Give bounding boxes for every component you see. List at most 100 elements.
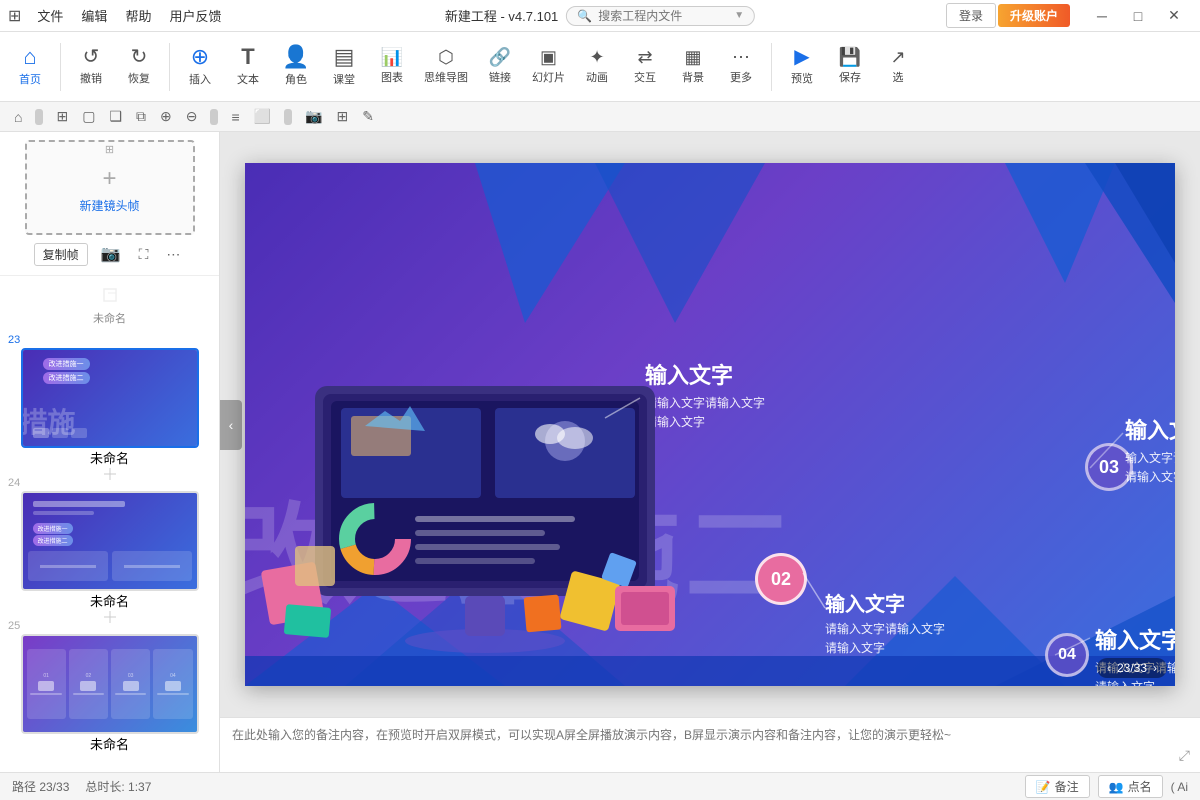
menu-edit[interactable]: 编辑	[73, 4, 115, 27]
slide-add-icon-2	[100, 607, 120, 627]
toolbar-text[interactable]: T 文本	[226, 42, 270, 91]
title-center: 新建工程 - v4.7.101 🔍 ▼	[445, 6, 755, 26]
nav-arrow-left[interactable]: ‹	[220, 400, 242, 450]
notes-button[interactable]: 📝 备注	[1025, 775, 1090, 798]
pointname-button[interactable]: 👥 点名	[1098, 775, 1163, 798]
toolbar-redo[interactable]: ↻ 恢复	[117, 43, 161, 90]
toolbar-insert[interactable]: ⊕ 插入	[178, 42, 222, 91]
toolbar-link[interactable]: 🔗 链接	[478, 44, 522, 89]
close-button[interactable]: ✕	[1156, 0, 1192, 32]
toolbar-classroom[interactable]: ▤ 课堂	[322, 42, 366, 91]
toolbar-mindmap[interactable]: ⬡ 思维导图	[418, 44, 474, 89]
toolbar-role[interactable]: 👤 角色	[274, 42, 318, 91]
toolbar-more[interactable]: ⋯ 更多	[719, 44, 763, 89]
home-icon: ⌂	[23, 46, 36, 68]
toolbar-chart[interactable]: 📊 图表	[370, 44, 414, 89]
toolbar-interact[interactable]: ⇄ 交互	[623, 44, 667, 89]
iconbar-copy[interactable]: ❑	[105, 106, 126, 127]
interact-icon: ⇄	[637, 48, 652, 66]
slide-add-icon	[100, 464, 120, 484]
search-box[interactable]: 🔍 ▼	[566, 6, 755, 26]
minimize-button[interactable]: ─	[1084, 0, 1120, 32]
camera-icon[interactable]: 📷	[96, 241, 126, 267]
iconbar-edit[interactable]: ✎	[358, 106, 378, 127]
toolbar-slide-label: 幻灯片	[532, 69, 565, 85]
canvas-column: ‹	[220, 132, 1200, 772]
toolbar-undo[interactable]: ↺ 撤销	[69, 43, 113, 90]
canvas-area: ‹	[220, 132, 1200, 772]
iconbar-layers[interactable]: ⧉	[132, 106, 150, 127]
slide-item-24[interactable]: 改进措施一 改进措施二	[21, 491, 199, 591]
slide-number-25: 25	[8, 620, 20, 632]
sidebar-top: ⊞ + 新建镜头帧 复制帧 📷 ⛶ ⋯	[0, 132, 219, 276]
toolbar-save[interactable]: 💾 保存	[828, 44, 872, 89]
counter-text: 23/33	[1117, 661, 1147, 675]
search-input[interactable]	[598, 9, 728, 23]
notes-input[interactable]	[232, 718, 1188, 772]
pointname-icon: 👥	[1109, 780, 1124, 794]
counter-next[interactable]: ›	[1153, 661, 1157, 675]
slide-group-25: 25 01 02 03	[0, 620, 219, 753]
toolbar-mindmap-label: 思维导图	[424, 69, 468, 85]
copy-frame-button[interactable]: 复制帧	[34, 243, 88, 266]
toolbar-select[interactable]: ↗ 选	[876, 44, 920, 89]
redo-icon: ↻	[131, 47, 148, 67]
menu-file[interactable]: 文件	[29, 4, 71, 27]
slide-group-unnamed: 未命名	[0, 280, 219, 326]
toolbar-divider-1	[60, 43, 61, 91]
fullscreen-icon[interactable]: ⛶	[134, 243, 154, 266]
sub-02-line2: 请输入文字	[825, 639, 945, 658]
toolbar-divider-2	[169, 43, 170, 91]
toolbar-bg[interactable]: ▦ 背景	[671, 44, 715, 89]
select-icon: ↗	[890, 48, 905, 66]
iconbar-sep1	[35, 109, 43, 125]
slide-label-25: 未命名	[90, 734, 129, 753]
mindmap-icon: ⬡	[438, 48, 454, 66]
search-dropdown-icon[interactable]: ▼	[734, 10, 744, 21]
toolbar-text-label: 文本	[237, 71, 259, 87]
iconbar-frame[interactable]: ▢	[78, 106, 99, 127]
slide-number-23: 23	[8, 334, 20, 346]
toolbar-select-label: 选	[893, 69, 904, 85]
iconbar-home[interactable]: ⌂	[10, 107, 26, 127]
iconbar-sep2	[210, 109, 218, 125]
toolbar-home[interactable]: ⌂ 首页	[8, 42, 52, 91]
thumb-badge2: 改进措施二	[43, 372, 90, 384]
counter-prev[interactable]: ‹	[1107, 661, 1111, 675]
toolbar-animation[interactable]: ✦ 动画	[575, 44, 619, 89]
maximize-button[interactable]: □	[1120, 0, 1156, 32]
menu-help[interactable]: 帮助	[117, 4, 159, 27]
iconbar-camera[interactable]: 📷	[301, 106, 326, 127]
classroom-icon: ▤	[334, 46, 355, 68]
toolbar-home-label: 首页	[19, 71, 41, 87]
slide-group-23: 23 措施 改进措施一 改进措施二 未命名	[0, 334, 219, 467]
iconbar-zoomout[interactable]: ⊖	[182, 106, 202, 127]
notes-icon: 📝	[1036, 780, 1051, 794]
slide-icon: ▣	[540, 48, 557, 66]
iconbar-align[interactable]: ≡	[227, 107, 243, 127]
slide-counter: ‹ 23/33 ›	[1097, 658, 1167, 678]
toolbar-slide[interactable]: ▣ 幻灯片	[526, 44, 571, 89]
sidebar-more-icon[interactable]: ⋯	[161, 243, 185, 266]
new-frame-area[interactable]: ⊞ + 新建镜头帧	[25, 140, 195, 235]
login-button[interactable]: 登录	[946, 3, 996, 28]
slide-number-24: 24	[8, 477, 20, 489]
iconbar-distribute[interactable]: ⬜	[250, 106, 275, 127]
canvas-wrap: ‹	[220, 132, 1200, 717]
text-icon: T	[241, 46, 254, 68]
menu-bar: 文件 编辑 帮助 用户反馈	[29, 4, 229, 27]
toolbar-preview[interactable]: ▶ 预览	[780, 43, 824, 90]
iconbar-crop[interactable]: ⊞	[52, 106, 72, 127]
toolbar-animation-label: 动画	[586, 69, 608, 85]
menu-feedback[interactable]: 用户反馈	[161, 4, 229, 27]
pointname-label: 点名	[1128, 778, 1152, 795]
slide-caption-unnamed: 未命名	[93, 310, 126, 326]
upgrade-button[interactable]: 升级账户	[998, 4, 1070, 27]
iconbar-grid[interactable]: ⊞	[333, 106, 353, 127]
iconbar-zoomin[interactable]: ⊕	[156, 106, 176, 127]
slide-item-25[interactable]: 01 02 03	[21, 634, 199, 734]
main-area: ⊞ + 新建镜头帧 复制帧 📷 ⛶ ⋯ 未命名	[0, 132, 1200, 772]
ai-expand-btn[interactable]: ( Ai	[1171, 780, 1188, 794]
slide-item-23[interactable]: 措施 改进措施一 改进措施二	[21, 348, 199, 448]
notes-expand-icon[interactable]: ⤢	[1179, 747, 1190, 764]
